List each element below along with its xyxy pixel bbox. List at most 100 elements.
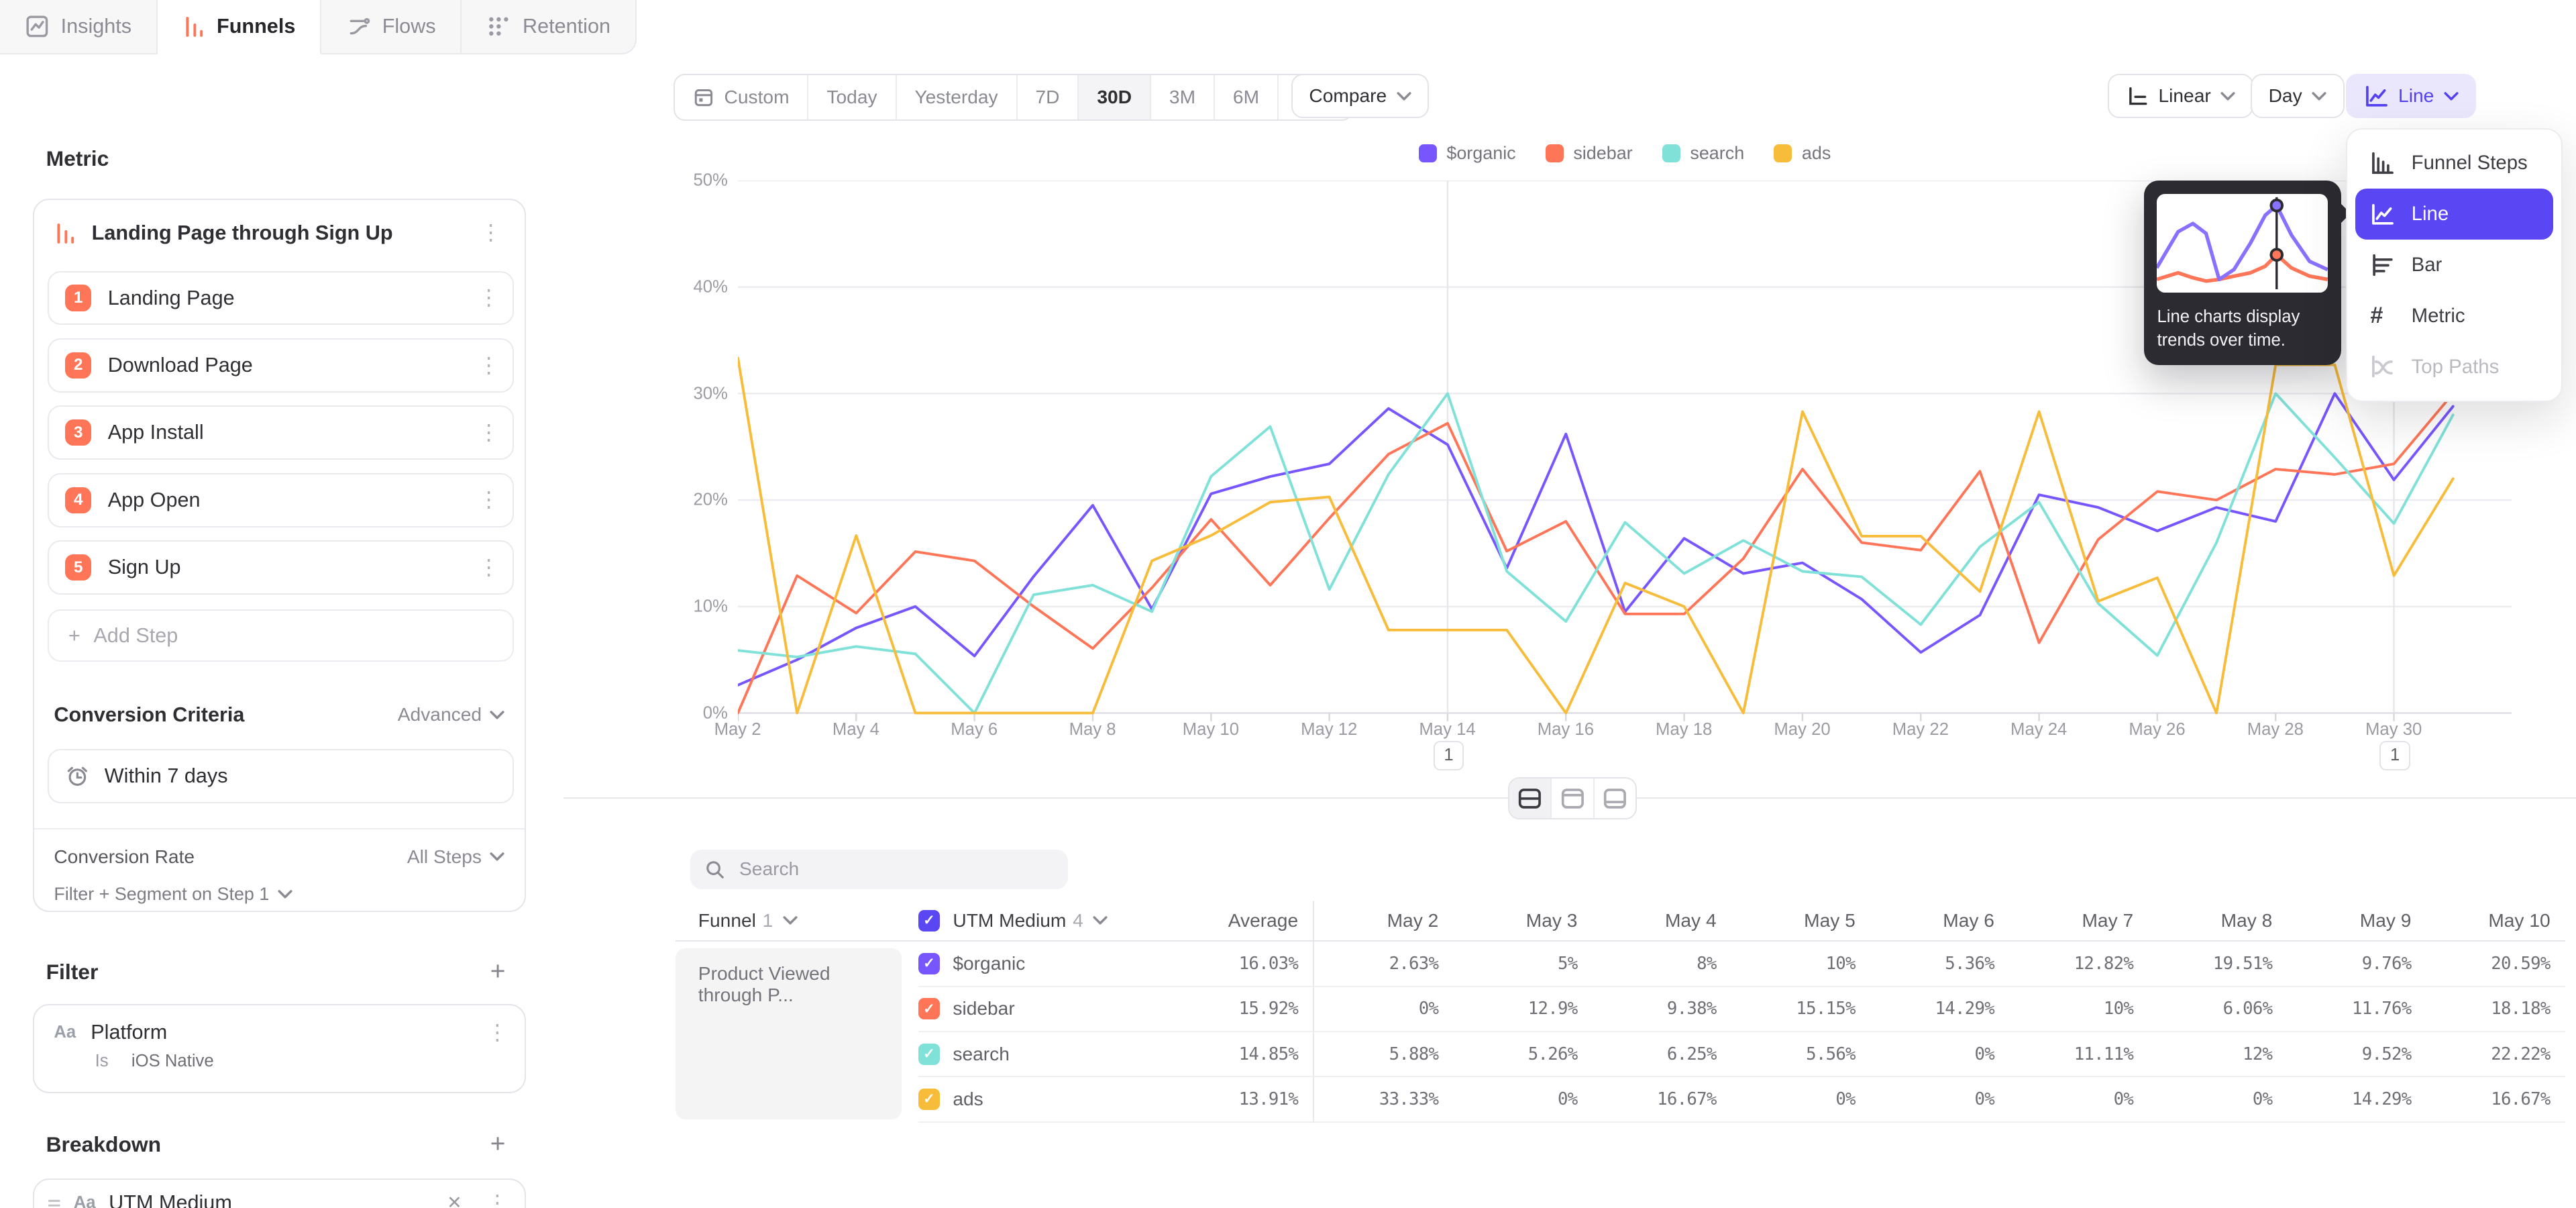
search-input[interactable] [736, 857, 1053, 882]
line-chart-icon [2364, 84, 2389, 109]
row-checkbox[interactable]: ✓ [918, 953, 940, 974]
row-checkbox[interactable]: ✓ [918, 998, 940, 1019]
date-column-header[interactable]: May 4 [1592, 901, 1731, 942]
split-view-toggle[interactable] [1509, 778, 1552, 818]
annotation-badge[interactable]: 1 [1434, 741, 1464, 770]
conversion-window-row[interactable]: Within 7 days [48, 749, 515, 803]
kebab-menu-icon[interactable]: ⋮ [472, 419, 506, 447]
alarm-clock-icon [65, 764, 90, 789]
kebab-menu-icon[interactable]: ⋮ [472, 486, 506, 514]
range-7d[interactable]: 7D [1018, 75, 1079, 119]
tab-flows[interactable]: Flows [321, 0, 462, 54]
date-column-header[interactable]: May 8 [2148, 901, 2287, 942]
chevron-down-icon [278, 889, 292, 899]
all-steps-dropdown[interactable]: All Steps [407, 846, 504, 868]
scale-dropdown[interactable]: Linear [2108, 74, 2253, 118]
legend-item[interactable]: sidebar [1546, 143, 1633, 164]
table-row-label[interactable]: ✓$organic [918, 942, 1165, 987]
table-search[interactable] [690, 850, 1068, 889]
date-value: 20.59% [2426, 942, 2565, 987]
range-6m[interactable]: 6M [1215, 75, 1279, 119]
date-value: 15.15% [1731, 987, 1870, 1032]
kebab-menu-icon[interactable]: ⋮ [472, 284, 506, 312]
linear-scale-icon [2126, 85, 2149, 107]
add-filter-button[interactable]: + [484, 960, 511, 986]
add-step-button[interactable]: + Add Step [48, 609, 515, 662]
table-row-label[interactable]: ✓ads [918, 1077, 1165, 1122]
range-today[interactable]: Today [808, 75, 896, 119]
kebab-menu-icon[interactable]: ⋮ [480, 1189, 515, 1208]
date-column-header[interactable]: May 5 [1731, 901, 1870, 942]
funnel-title-row[interactable]: Landing Page through Sign Up ⋮ [54, 213, 508, 253]
y-tick-label: 50% [655, 171, 728, 191]
kebab-menu-icon[interactable]: ⋮ [472, 554, 506, 582]
advanced-dropdown[interactable]: Advanced [398, 704, 505, 725]
funnel-step-row[interactable]: 3App Install⋮ [48, 405, 515, 460]
kebab-menu-icon[interactable]: ⋮ [480, 1019, 515, 1047]
date-value: 19.51% [2148, 942, 2287, 987]
funnel-step-row[interactable]: 2Download Page⋮ [48, 338, 515, 393]
step-label: App Install [108, 421, 455, 444]
drag-handle-icon[interactable] [48, 1197, 61, 1208]
tab-retention[interactable]: Retention [462, 0, 636, 54]
tab-label: Flows [382, 15, 436, 38]
filter-card[interactable]: Aa Platform ⋮ Is iOS Native [33, 1004, 526, 1093]
funnel-step-row[interactable]: 5Sign Up⋮ [48, 540, 515, 595]
date-value: 22.22% [2426, 1032, 2565, 1077]
chart-view-toggle[interactable] [1552, 778, 1594, 818]
date-column-header[interactable]: May 6 [1870, 901, 2009, 942]
chevron-down-icon [2220, 91, 2235, 101]
x-tick-label: May 6 [928, 720, 1020, 740]
average-column-header[interactable]: Average [1165, 901, 1314, 942]
funnel-step-row[interactable]: 4App Open⋮ [48, 473, 515, 527]
menu-item-funnel-steps[interactable]: Funnel Steps [2355, 138, 2553, 189]
menu-item-metric[interactable]: # Metric [2355, 291, 2553, 342]
date-column-header[interactable]: May 2 [1314, 901, 1453, 942]
table-view-toggle[interactable] [1595, 778, 1635, 818]
funnel-column-header[interactable]: Funnel1 [676, 901, 918, 942]
date-value: 5.36% [1870, 942, 2009, 987]
annotation-badge[interactable]: 1 [2379, 741, 2410, 770]
legend-item[interactable]: $organic [1419, 143, 1516, 164]
funnel-group-cell[interactable]: Product Viewed through P... [676, 948, 902, 1119]
kebab-menu-icon[interactable]: ⋮ [472, 352, 506, 380]
breakdown-column-header[interactable]: ✓UTM Medium4 [918, 901, 1165, 942]
range-yesterday[interactable]: Yesterday [897, 75, 1018, 119]
date-value: 5.56% [1731, 1032, 1870, 1077]
date-column-header[interactable]: May 7 [2009, 901, 2148, 942]
breakdown-card[interactable]: Aa UTM Medium ✕ ⋮ [33, 1178, 526, 1208]
range-custom[interactable]: Custom [675, 75, 808, 119]
row-checkbox[interactable]: ✓ [918, 1044, 940, 1065]
filter-property: Platform [91, 1021, 465, 1044]
date-value: 11.76% [2287, 987, 2426, 1032]
divider [34, 828, 525, 829]
step-number-badge: 1 [65, 285, 91, 311]
date-column-header[interactable]: May 3 [1453, 901, 1592, 942]
tab-insights[interactable]: Insights [0, 0, 158, 54]
table-row-label[interactable]: ✓sidebar [918, 987, 1165, 1032]
funnel-step-row[interactable]: 1Landing Page⋮ [48, 271, 515, 325]
menu-item-top-paths[interactable]: Top Paths [2355, 342, 2553, 393]
table-row-label[interactable]: ✓search [918, 1032, 1165, 1077]
select-all-checkbox[interactable]: ✓ [918, 910, 940, 932]
remove-breakdown-icon[interactable]: ✕ [442, 1193, 467, 1208]
granularity-dropdown[interactable]: Day [2251, 74, 2345, 118]
legend-item[interactable]: search [1662, 143, 1744, 164]
kebab-menu-icon[interactable]: ⋮ [474, 219, 508, 247]
date-value: 11.11% [2009, 1032, 2148, 1077]
filter-segment-dropdown[interactable]: Filter + Segment on Step 1 [54, 884, 292, 905]
date-column-header[interactable]: May 9 [2287, 901, 2426, 942]
range-3m[interactable]: 3M [1151, 75, 1215, 119]
menu-item-bar[interactable]: Bar [2355, 240, 2553, 291]
menu-item-line[interactable]: Line [2355, 189, 2553, 240]
x-tick-label: May 26 [2111, 720, 2203, 740]
legend-item[interactable]: ads [1774, 143, 1831, 164]
range-30d[interactable]: 30D [1079, 75, 1151, 119]
row-checkbox[interactable]: ✓ [918, 1089, 940, 1110]
add-breakdown-button[interactable]: + [484, 1132, 511, 1158]
chart-type-dropdown[interactable]: Line [2346, 74, 2476, 118]
tab-funnels[interactable]: Funnels [158, 0, 321, 54]
date-column-header[interactable]: May 10 [2426, 901, 2565, 942]
compare-button[interactable]: Compare [1291, 74, 1430, 118]
date-value: 5.26% [1453, 1032, 1592, 1077]
